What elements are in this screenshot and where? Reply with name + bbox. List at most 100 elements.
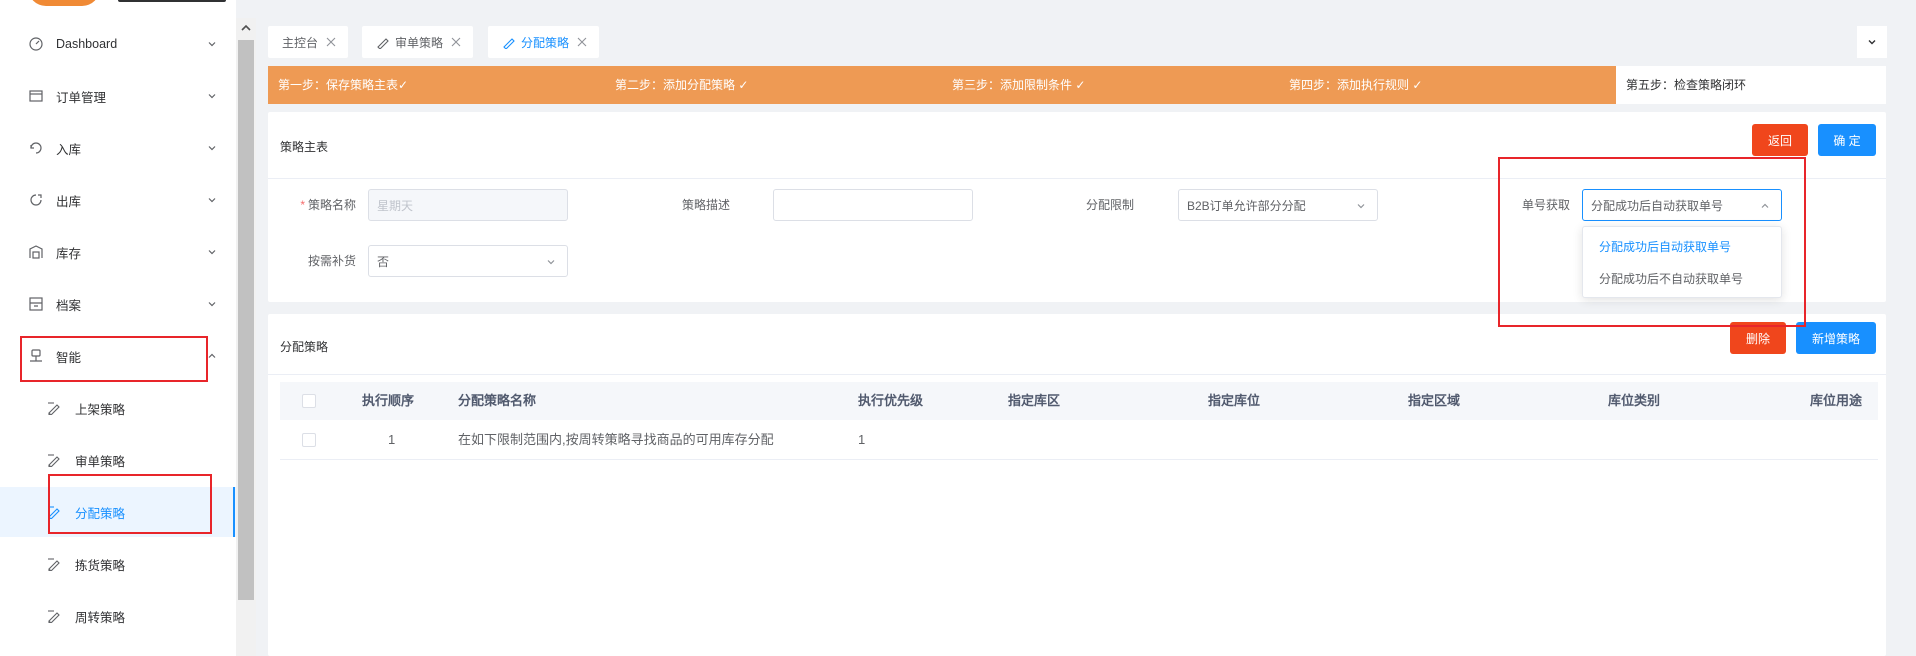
strategy-icon [46, 608, 62, 624]
sidebar-subitem-putaway-strategy[interactable]: 上架策略 [0, 383, 236, 433]
step-4: 第四步：添加执行规则 ✓ [1289, 78, 1423, 92]
steps-bar: 第一步：保存策略主表✓ 第二步：添加分配策略 ✓ 第三步：添加限制条件 ✓ 第四… [268, 66, 1886, 104]
archive-icon [28, 296, 44, 312]
strategy-icon [46, 452, 62, 468]
chevron-down-icon [208, 302, 216, 307]
column-header: 指定区域 [1408, 393, 1461, 408]
tab-review-strategy[interactable]: 审单策略 [362, 26, 474, 58]
sidebar-subitem-label: 上架策略 [75, 402, 126, 417]
row-order: 1 [388, 432, 396, 447]
sidebar-item-inventory[interactable]: 库存 [0, 228, 236, 276]
sidebar-item-archive[interactable]: 档案 [0, 280, 236, 328]
chevron-down-icon [208, 146, 216, 151]
tab-dashboard[interactable]: 主控台 [268, 26, 349, 58]
strategy-name-label: * 策略名称 [276, 196, 356, 213]
strategy-icon [503, 38, 515, 49]
sidebar-item-label: 库存 [56, 246, 82, 261]
add-strategy-button[interactable]: 新增策略 [1796, 322, 1876, 354]
tab-label: 主控台 [282, 35, 319, 50]
sidebar-item-label: Dashboard [56, 37, 118, 51]
column-header: 库位用途 [1810, 393, 1863, 408]
back-button[interactable]: 返回 [1752, 124, 1808, 156]
chevron-down-icon [208, 250, 216, 255]
step-5: 第五步：检查策略闭环 [1626, 78, 1747, 92]
dropdown-option-auto[interactable]: 分配成功后自动获取单号 [1583, 231, 1781, 263]
tab-allocation-strategy[interactable]: 分配策略 [488, 26, 600, 58]
strategy-icon [46, 400, 62, 416]
chevron-down-icon [547, 260, 555, 265]
sidebar-subitem-review-strategy[interactable]: 审单策略 [0, 435, 236, 485]
strategy-name-label-text: 策略名称 [307, 198, 356, 212]
sidebar-subitem-label: 周转策略 [75, 610, 126, 625]
step-2: 第二步：添加分配策略 ✓ [615, 78, 749, 92]
step-1: 第一步：保存策略主表✓ [278, 78, 409, 92]
sidebar-item-dashboard[interactable]: Dashboard [0, 20, 236, 68]
close-icon[interactable] [577, 37, 587, 47]
strategy-name-input[interactable]: 星期天 [368, 189, 568, 221]
column-header: 执行顺序 [362, 393, 415, 408]
replenish-value: 否 [377, 254, 390, 269]
sidebar-subitem-label: 拣货策略 [75, 558, 126, 573]
chevron-down-icon [1357, 204, 1365, 209]
tab-bar: 主控台 审单策略 分配策略 [256, 22, 1896, 60]
replenish-select[interactable]: 否 [368, 245, 568, 277]
inbound-icon [28, 140, 44, 156]
tab-label: 分配策略 [521, 35, 570, 50]
panel-title: 分配策略 [280, 340, 329, 354]
chevron-down-icon [1868, 40, 1876, 45]
sidebar: Dashboard 订单管理 入库 出库 库存 档案 智能 上架策略 审单策略 … [0, 0, 236, 656]
chevron-up-icon [208, 353, 216, 358]
chevron-down-icon [208, 94, 216, 99]
strategy-desc-input[interactable] [773, 189, 973, 221]
sidebar-item-label: 智能 [56, 350, 82, 365]
strategy-icon [46, 504, 62, 520]
dashboard-icon [28, 36, 44, 52]
inventory-icon [28, 244, 44, 260]
delete-button[interactable]: 删除 [1730, 322, 1786, 354]
row-checkbox[interactable] [302, 433, 316, 447]
panel-title: 策略主表 [280, 140, 329, 154]
scroll-up-icon[interactable] [240, 22, 252, 34]
allocation-strategy-panel: 分配策略 删除 新增策略 执行顺序 分配策略名称 执行优先级 指定库区 指定库位… [268, 314, 1886, 656]
strategy-icon [46, 556, 62, 572]
sidebar-subitem-turnover-strategy[interactable]: 周转策略 [0, 591, 236, 641]
divider [268, 374, 1886, 375]
divider [268, 178, 1886, 179]
sidebar-item-inbound[interactable]: 入库 [0, 124, 236, 172]
dropdown-option-no-auto[interactable]: 分配成功后不自动获取单号 [1583, 263, 1781, 295]
table-row[interactable]: 1 在如下限制范围内,按周转策略寻找商品的可用库存分配 1 [280, 420, 1878, 460]
number-fetch-value: 分配成功后自动获取单号 [1591, 198, 1724, 213]
chevron-up-icon [1761, 203, 1769, 208]
replenish-label: 按需补货 [307, 254, 356, 268]
outbound-icon [28, 192, 44, 208]
sidebar-item-smart[interactable]: 智能 [0, 332, 236, 380]
strategy-name-placeholder: 星期天 [377, 198, 414, 213]
number-fetch-select[interactable]: 分配成功后自动获取单号 [1582, 189, 1782, 221]
sidebar-subitem-label: 分配策略 [75, 506, 126, 521]
select-all-checkbox[interactable] [302, 394, 316, 408]
allocation-limit-value: B2B订单允许部分分配 [1187, 198, 1306, 213]
allocation-limit-select[interactable]: B2B订单允许部分分配 [1178, 189, 1378, 221]
chevron-down-icon [208, 198, 216, 203]
confirm-button[interactable]: 确 定 [1818, 124, 1876, 156]
smart-icon [28, 348, 44, 364]
close-icon[interactable] [326, 37, 336, 47]
tab-label: 审单策略 [395, 35, 444, 50]
sidebar-item-label: 档案 [56, 298, 82, 313]
logo [28, 0, 100, 6]
sidebar-scrollbar-thumb[interactable] [238, 40, 254, 600]
sidebar-item-orders[interactable]: 订单管理 [0, 72, 236, 120]
strategy-icon [377, 38, 389, 49]
column-header: 库位类别 [1608, 393, 1661, 408]
column-header: 指定库区 [1008, 393, 1061, 408]
sidebar-subitem-allocation-strategy[interactable]: 分配策略 [0, 487, 236, 537]
logo-text [118, 0, 226, 2]
sidebar-subitem-picking-strategy[interactable]: 拣货策略 [0, 539, 236, 589]
sidebar-item-label: 订单管理 [56, 90, 107, 105]
column-header: 分配策略名称 [458, 393, 537, 408]
sidebar-item-outbound[interactable]: 出库 [0, 176, 236, 224]
sidebar-item-label: 出库 [56, 194, 82, 209]
close-icon[interactable] [451, 37, 461, 47]
tabs-more-button[interactable] [1857, 26, 1887, 58]
chevron-down-icon [208, 42, 216, 47]
